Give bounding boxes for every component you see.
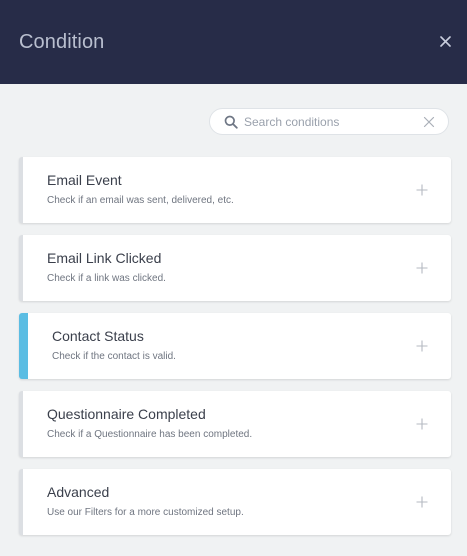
condition-card-advanced[interactable]: Advanced Use our Filters for a more cust…	[19, 469, 451, 535]
search-icon	[224, 115, 238, 129]
condition-title: Advanced	[47, 484, 110, 500]
condition-card-questionnaire-completed[interactable]: Questionnaire Completed Check if a Quest…	[19, 391, 451, 457]
condition-title: Email Link Clicked	[47, 250, 162, 266]
close-icon	[439, 35, 451, 47]
condition-card-email-link-clicked[interactable]: Email Link Clicked Check if a link was c…	[19, 235, 451, 301]
condition-description: Check if an email was sent, delivered, e…	[47, 195, 234, 206]
search-input[interactable]	[244, 112, 414, 131]
condition-title: Email Event	[47, 172, 122, 188]
close-button[interactable]	[434, 30, 456, 52]
plus-icon[interactable]	[416, 496, 428, 508]
condition-card-contact-status[interactable]: Contact Status Check if the contact is v…	[19, 313, 451, 379]
plus-icon[interactable]	[416, 418, 428, 430]
condition-description: Check if the contact is valid.	[52, 351, 176, 362]
panel-title: Condition	[19, 31, 105, 53]
condition-description: Check if a Questionnaire has been comple…	[47, 429, 253, 440]
clear-icon[interactable]	[423, 116, 435, 128]
plus-icon[interactable]	[416, 262, 428, 274]
condition-title: Questionnaire Completed	[47, 406, 206, 422]
condition-title: Contact Status	[52, 328, 144, 344]
condition-description: Use our Filters for a more customized se…	[47, 507, 244, 518]
condition-description: Check if a link was clicked.	[47, 273, 166, 284]
plus-icon[interactable]	[416, 184, 428, 196]
panel-header: Condition	[0, 0, 467, 84]
plus-icon[interactable]	[416, 340, 428, 352]
search-box	[209, 108, 449, 135]
condition-card-email-event[interactable]: Email Event Check if an email was sent, …	[19, 157, 451, 223]
